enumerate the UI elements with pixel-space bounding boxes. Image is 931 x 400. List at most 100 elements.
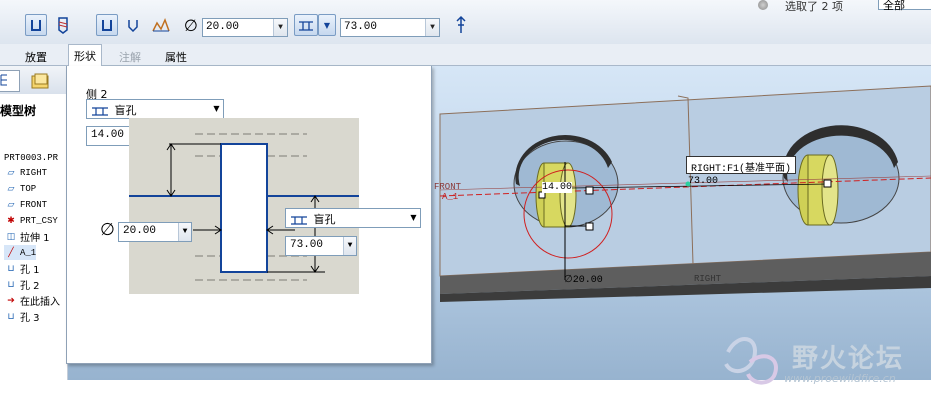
tree-item-front[interactable]: ▱ FRONT (4, 197, 47, 212)
insert-arrow-icon: ➔ (7, 295, 15, 306)
tab-properties[interactable]: 属性 (160, 46, 192, 65)
model-tree: 模型树 PRT0003.PR ▱ RIGHT ▱ TOP ▱ FRONT ✱ P… (0, 66, 68, 380)
tree-item-label: PRT_CSY (20, 215, 58, 226)
depth-value: 73.00 (344, 21, 378, 33)
hole-icon: ⊔ (7, 311, 15, 322)
shape-panel: 侧 2 盲孔 ▼ 14.00 ▼ ∅ 20.00 (66, 66, 432, 364)
chevron-down-icon[interactable]: ▼ (273, 19, 287, 36)
dashboard-toolbar: ∅ 20.00 ▼ ▼ 73.00 ▼ 选取了 2 项 全部 (0, 0, 931, 44)
diameter-symbol: ∅ (100, 220, 115, 240)
coordinate-system-icon: ✱ (7, 215, 15, 226)
datum-plane-icon: ▱ (7, 199, 15, 210)
datum-tooltip: RIGHT:F1(基准平面) (686, 156, 797, 175)
tab-notes-label: 注解 (119, 51, 141, 64)
tab-notes[interactable]: 注解 (114, 46, 146, 65)
tree-item-hole-1[interactable]: ⊔ 孔 1 (4, 261, 40, 277)
diameter-dim[interactable]: ∅20.00 (564, 274, 603, 286)
hole-icon: ⊔ (7, 279, 15, 290)
tree-item-insert-here[interactable]: ➔ 在此插入 (4, 293, 60, 309)
diameter-value: 20.00 (206, 21, 240, 33)
tab-placement[interactable]: 放置 (20, 46, 52, 65)
tree-item-label: 孔 2 (20, 281, 40, 292)
sketch-profile-button[interactable] (150, 14, 172, 36)
tree-item-csys[interactable]: ✱ PRT_CSY (4, 213, 58, 228)
model-tree-tab[interactable] (0, 70, 20, 92)
chevron-down-icon[interactable]: ▼ (407, 209, 420, 227)
axis-icon: ╱ (8, 247, 14, 258)
tree-item-label: 孔 1 (20, 265, 40, 276)
side1-depth-combo[interactable]: 73.00 ▼ (285, 236, 357, 256)
tab-shape[interactable]: 形状 (68, 44, 102, 66)
chevron-down-icon[interactable]: ▼ (425, 19, 439, 36)
model-tree-title: 模型树 (0, 104, 37, 118)
tree-item-label: RIGHT (20, 167, 48, 178)
flip-arrow-icon (456, 15, 466, 33)
sketch-icon (152, 17, 170, 32)
depth-dim-14[interactable]: 14.00 (542, 182, 573, 193)
flip-direction-button[interactable] (450, 14, 472, 36)
tab-placement-label: 放置 (25, 51, 47, 64)
depth-combo[interactable]: 73.00 ▼ (340, 18, 440, 37)
filter-value: 全部 (883, 0, 905, 12)
tree-item-part[interactable]: PRT0003.PR (4, 150, 58, 165)
datum-tooltip-text: RIGHT:F1(基准平面) (691, 164, 792, 175)
blind-depth-icon (299, 21, 313, 31)
filter-combo[interactable]: 全部 (878, 0, 931, 12)
rectangle-profile-icon (102, 20, 112, 31)
tree-item-label: 拉伸 1 (20, 233, 50, 244)
diameter-combo[interactable]: 20.00 ▼ (202, 18, 288, 37)
right-datum-label: RIGHT (694, 274, 722, 284)
rectangle-profile-button[interactable] (96, 14, 118, 36)
side1-type-value: 盲孔 (313, 213, 336, 226)
folder-tab[interactable] (30, 72, 54, 92)
diameter-symbol: ∅ (184, 16, 198, 35)
watermark-logo (724, 337, 778, 385)
chevron-down-icon[interactable]: ▼ (210, 100, 223, 118)
tree-item-label: FRONT (20, 199, 48, 210)
chevron-down-icon[interactable]: ▼ (343, 237, 356, 255)
depth-dim-73[interactable]: 73.00 (688, 176, 718, 187)
drill-profile-icon (128, 20, 138, 32)
thread-hole-icon (58, 17, 68, 34)
tree-item-label: A_1 (20, 247, 37, 258)
datum-plane-icon: ▱ (7, 183, 15, 194)
drag-handle (585, 222, 594, 231)
diameter-input-combo[interactable]: 20.00 ▼ (118, 222, 192, 242)
tree-item-hole-2[interactable]: ⊔ 孔 2 (4, 277, 40, 293)
watermark-text: 野火论坛 (792, 344, 905, 374)
selection-status: 选取了 2 项 (785, 0, 843, 13)
side1-depth-type-combo[interactable]: 盲孔 ▼ (285, 208, 421, 228)
datum-plane-icon: ▱ (7, 167, 15, 178)
tree-item-top[interactable]: ▱ TOP (4, 181, 37, 196)
tree-item-label: 孔 3 (20, 313, 40, 324)
tree-item-label: TOP (20, 183, 37, 194)
a1-axis-label: A_1 (442, 192, 459, 202)
hole-section-drawing (129, 133, 359, 281)
hole-2-cylinder-cap (821, 154, 839, 226)
chevron-down-icon[interactable]: ▼ (178, 223, 191, 241)
depth-options-button[interactable]: ▼ (318, 14, 336, 36)
tree-item-axis[interactable]: ╱ A_1 (4, 245, 37, 260)
tree-item-right[interactable]: ▱ RIGHT (4, 165, 47, 180)
dashboard-tabs: 放置 形状 注解 属性 (0, 44, 931, 66)
standard-profile-button[interactable] (122, 14, 144, 36)
hole-shape-diagram (129, 118, 359, 294)
standard-hole-button[interactable] (52, 14, 74, 36)
simple-hole-button[interactable] (25, 14, 47, 36)
drag-handle (585, 186, 594, 195)
blind-depth-icon (92, 107, 108, 116)
drag-handle (823, 179, 832, 188)
navigator-header (0, 66, 68, 94)
folder-icon (31, 73, 49, 89)
tree-item-hole-3[interactable]: ⊔ 孔 3 (4, 309, 40, 325)
side1-depth-value: 73.00 (290, 239, 324, 251)
depth-blind-button[interactable] (294, 14, 318, 36)
side2-type-value: 盲孔 (114, 104, 137, 117)
blind-depth-icon (291, 216, 307, 225)
tab-shape-label: 形状 (74, 50, 96, 63)
tree-item-label: PRT0003.PR (4, 152, 59, 163)
tree-item-extrude[interactable]: ◫ 拉伸 1 (4, 229, 50, 245)
tree-icon (0, 74, 7, 86)
front-datum-label: FRONT (434, 182, 462, 192)
side2-depth-type-combo[interactable]: 盲孔 ▼ (86, 99, 224, 119)
